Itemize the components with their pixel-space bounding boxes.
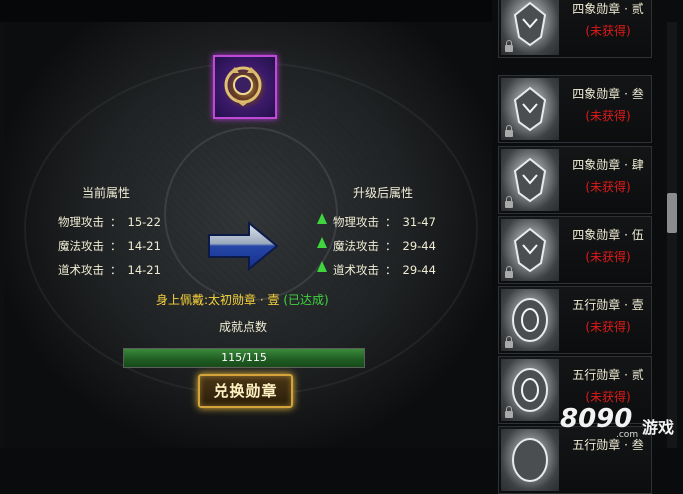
attr-label: 道术攻击 (58, 263, 104, 277)
medal-list-item[interactable]: 四象勋章 · 伍 (未获得) (498, 216, 652, 284)
attr-value: 14-21 (127, 263, 161, 277)
medal-thumbnail-icon (501, 359, 559, 421)
medal-thumbnail-icon (501, 289, 559, 351)
medal-list-item[interactable]: 四象勋章 · 贰 (未获得) (498, 0, 652, 58)
lock-icon (505, 266, 513, 278)
medal-status: (未获得) (585, 250, 631, 264)
attr-colon: ： (385, 239, 397, 253)
attr-colon: ： (385, 263, 397, 277)
upgraded-attributes-title: 升级后属性 (353, 186, 414, 200)
medal-name: 五行勋章 · 贰 (572, 368, 644, 382)
medal-name: 四象勋章 · 贰 (572, 2, 644, 16)
achievement-points-label: 成就点数 (219, 320, 268, 334)
current-attr-row: 道术攻击 ： 14-21 (58, 262, 161, 278)
attr-label: 物理攻击 (58, 215, 104, 229)
attr-label: 物理攻击 (333, 215, 379, 229)
worn-medal-label: 身上佩戴: (156, 293, 209, 307)
medal-thumbnail-icon (501, 0, 559, 55)
medal-thumbnail-icon (501, 219, 559, 281)
upgraded-attr-row: 物理攻击 ： 31-47 (333, 214, 436, 230)
increase-arrow-icon (317, 261, 327, 272)
attr-value: 29-44 (402, 239, 436, 253)
progress-text: 115/115 (221, 351, 267, 364)
lock-icon (505, 196, 513, 208)
attr-value: 14-21 (127, 239, 161, 253)
lock-icon (505, 125, 513, 137)
exchange-medal-button[interactable]: 兑换勋章 (198, 374, 293, 408)
medal-list-panel: 四象勋章 · 贰 (未获得) 四象勋章 · 叁 (未获得) 四象勋章 · 肆 (… (492, 0, 683, 494)
attr-label: 魔法攻击 (58, 239, 104, 253)
medal-status: (未获得) (585, 320, 631, 334)
attr-colon: ： (385, 215, 397, 229)
attr-colon: ： (110, 215, 122, 229)
attr-value: 29-44 (402, 263, 436, 277)
attr-value: 15-22 (127, 215, 161, 229)
watermark-domain: .com (616, 430, 639, 440)
upgrade-arrow-icon (208, 221, 279, 271)
attr-label: 魔法攻击 (333, 239, 379, 253)
current-attr-row: 魔法攻击 ： 14-21 (58, 238, 161, 254)
upgraded-attr-row: 道术攻击 ： 29-44 (333, 262, 436, 278)
medal-list-item[interactable]: 五行勋章 · 壹 (未获得) (498, 286, 652, 354)
medal-name: 四象勋章 · 叁 (572, 87, 644, 101)
increase-arrow-icon (317, 213, 327, 224)
medal-status: (未获得) (585, 109, 631, 123)
watermark-game: 游戏 (642, 418, 675, 437)
scrollbar-thumb[interactable] (667, 193, 677, 233)
medal-thumbnail-icon (501, 78, 559, 140)
lock-icon (505, 406, 513, 418)
medal-name: 四象勋章 · 肆 (572, 158, 644, 172)
lock-icon (505, 336, 513, 348)
site-watermark: 8090 游戏 .com (560, 400, 683, 448)
medal-thumbnail-icon (501, 429, 559, 491)
medal-name: 四象勋章 · 伍 (572, 228, 644, 242)
current-medal-icon[interactable] (213, 55, 277, 119)
current-attr-row: 物理攻击 ： 15-22 (58, 214, 161, 230)
attr-colon: ： (110, 263, 122, 277)
current-attributes-title: 当前属性 (82, 186, 131, 200)
attr-value: 31-47 (402, 215, 436, 229)
upgraded-attr-row: 魔法攻击 ： 29-44 (333, 238, 436, 254)
medal-thumbnail-icon (501, 149, 559, 211)
medal-list-scrollbar[interactable] (667, 22, 677, 448)
medal-list-item[interactable]: 四象勋章 · 叁 (未获得) (498, 75, 652, 143)
worn-medal-status: (已达成) (283, 293, 329, 307)
medal-list-item[interactable]: 四象勋章 · 肆 (未获得) (498, 146, 652, 214)
attr-colon: ： (110, 239, 122, 253)
achievement-progress-bar: 115/115 (123, 348, 365, 368)
medal-status: (未获得) (585, 180, 631, 194)
lock-icon (505, 40, 513, 52)
medal-name: 五行勋章 · 壹 (572, 298, 644, 312)
worn-medal-name: 太初勋章 · 壹 (208, 293, 280, 307)
medal-status: (未获得) (585, 24, 631, 38)
attr-label: 道术攻击 (333, 263, 379, 277)
increase-arrow-icon (317, 237, 327, 248)
worn-medal-text: 身上佩戴:太初勋章 · 壹 (已达成) (156, 291, 329, 308)
